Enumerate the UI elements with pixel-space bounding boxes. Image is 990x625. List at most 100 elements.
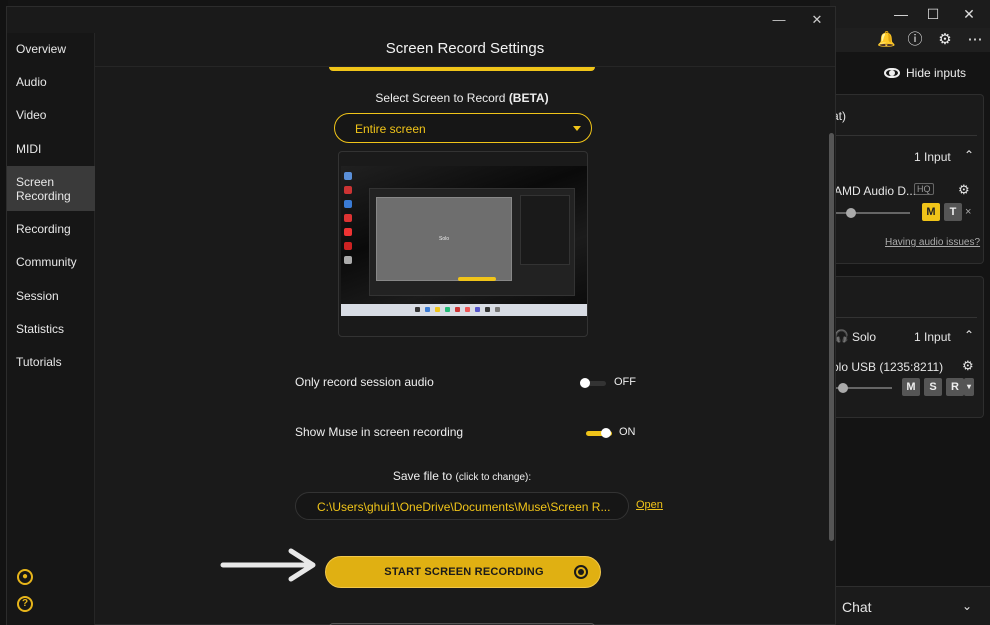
desktop-icon — [344, 228, 352, 236]
taskbar-icon — [435, 307, 440, 312]
start-screen-recording-button[interactable]: START SCREEN RECORDING — [325, 556, 601, 588]
chevron-up-icon[interactable]: ⌃ — [964, 328, 974, 342]
toggle-knob — [580, 378, 590, 388]
bell-icon[interactable]: 🔔 — [877, 31, 896, 49]
sidebar-item-video[interactable]: Video — [7, 108, 95, 122]
sidebar-item-community[interactable]: Community — [7, 255, 95, 269]
sidebar-item-statistics[interactable]: Statistics — [7, 322, 95, 336]
preview-desktop: Solo — [341, 166, 587, 304]
taskbar-icon — [475, 307, 480, 312]
start-button-label: START SCREEN RECORDING — [384, 566, 544, 578]
taskbar-icon — [425, 307, 430, 312]
divider — [830, 317, 977, 318]
session-audio-label: Only record session audio — [295, 375, 434, 389]
toggle-knob — [601, 428, 611, 438]
volume-slider-knob[interactable] — [838, 383, 848, 393]
desktop-icon — [344, 200, 352, 208]
hide-inputs-button[interactable]: Hide inputs — [884, 66, 966, 80]
sidebar-item-audio[interactable]: Audio — [7, 75, 95, 89]
sidebar-item-midi[interactable]: MIDI — [7, 142, 95, 156]
info-icon[interactable]: ⓘ — [906, 31, 924, 49]
screen-preview: Solo — [341, 166, 587, 316]
chat-bar[interactable]: Chat ⌄ — [830, 586, 990, 625]
select-screen-label: Select Screen to Record (BETA) — [375, 91, 549, 105]
input-count: 1 Input — [914, 150, 951, 164]
taskbar-icon — [415, 307, 420, 312]
show-muse-state: ON — [619, 426, 636, 438]
eye-icon — [884, 68, 900, 78]
sidebar-item-overview[interactable]: Overview — [7, 42, 95, 56]
gear-icon[interactable]: ⚙ — [958, 182, 970, 198]
solo-button[interactable]: S — [924, 378, 942, 396]
taskbar-icon — [485, 307, 490, 312]
bg-titlebar: — ☐ ✕ — [830, 0, 990, 28]
show-muse-toggle[interactable] — [586, 428, 612, 438]
session-audio-toggle[interactable] — [580, 378, 606, 388]
desktop-icon — [344, 256, 352, 264]
save-file-label: Save file to (click to change): — [392, 469, 532, 483]
chevron-down-icon[interactable]: ⌄ — [962, 599, 972, 613]
save-path-text: C:\Users\ghui1\OneDrive\Documents\Muse\S… — [317, 500, 611, 514]
desktop-icon — [344, 172, 352, 180]
mute-button[interactable]: M — [902, 378, 920, 396]
preview-app-window: Solo — [369, 188, 575, 296]
taskbar-icon — [495, 307, 500, 312]
sidebar-item-recording[interactable]: Recording — [7, 222, 95, 236]
screen-select-dropdown[interactable]: Entire screen — [334, 113, 592, 143]
record-button[interactable]: R — [946, 378, 964, 396]
chevron-down-icon — [573, 126, 581, 131]
help-icon[interactable]: ? — [17, 596, 33, 612]
preview-center-text: Solo — [439, 236, 450, 242]
device-name: AMD Audio D... — [834, 184, 917, 198]
input-panel-1: at) 1 Input ⌃ AMD Audio D... HQ ⚙ M T × … — [830, 94, 984, 264]
accent-bar — [329, 67, 595, 71]
save-path-field[interactable]: C:\Users\ghui1\OneDrive\Documents\Muse\S… — [295, 492, 629, 520]
close-icon[interactable]: ✕ — [954, 4, 984, 24]
taskbar-icon — [465, 307, 470, 312]
settings-content: Select Screen to Record (BETA) Entire sc… — [95, 67, 835, 625]
dropdown-value: Entire screen — [355, 122, 426, 136]
modal-header: — ✕ Screen Record Settings — [95, 7, 835, 67]
audio-issues-link[interactable]: Having audio issues? — [885, 237, 980, 248]
input-panel-2: 🎧 Solo 1 Input ⌃ olo USB (1235:8211) ⚙ M… — [830, 276, 984, 418]
account-icon[interactable]: ● — [17, 569, 33, 585]
modal-title: Screen Record Settings — [385, 40, 545, 57]
scrollbar-thumb[interactable] — [829, 133, 834, 541]
volume-slider-knob[interactable] — [846, 208, 856, 218]
sidebar-item-screen-recording[interactable]: Screen Recording — [7, 166, 95, 211]
chevron-down-icon[interactable]: ▾ — [964, 378, 974, 396]
preview-modal: Solo — [376, 197, 512, 281]
close-icon[interactable]: ✕ — [806, 12, 828, 28]
settings-sidebar: Overview Audio Video MIDI Screen Recordi… — [7, 33, 95, 625]
more-icon[interactable]: ⋯ — [966, 31, 984, 49]
mute-button[interactable]: M — [922, 203, 940, 221]
sidebar-item-session[interactable]: Session — [7, 289, 95, 303]
talk-button[interactable]: T — [944, 203, 962, 221]
input-count: 1 Input — [914, 330, 951, 344]
gear-icon[interactable]: ⚙ — [936, 31, 954, 49]
preview-taskbar — [341, 304, 587, 316]
record-icon — [574, 565, 588, 579]
chat-label: Chat — [842, 599, 872, 615]
close-input-icon[interactable]: × — [965, 206, 971, 218]
maximize-icon[interactable]: ☐ — [918, 4, 948, 24]
settings-modal: — ✕ Screen Record Settings Overview Audi… — [6, 6, 836, 625]
arrow-right-icon — [220, 548, 316, 582]
preview-sidepanel — [520, 195, 570, 265]
desktop-icon — [344, 242, 352, 250]
chevron-up-icon[interactable]: ⌃ — [964, 148, 974, 162]
screen-preview-frame: Solo — [338, 151, 588, 337]
bg-toolbar: 🔔 ⓘ ⚙ ⋯ — [830, 28, 990, 52]
desktop-icon — [344, 214, 352, 222]
sidebar-item-tutorials[interactable]: Tutorials — [7, 355, 95, 369]
taskbar-icon — [455, 307, 460, 312]
input-name: Solo — [852, 330, 877, 344]
minimize-icon[interactable]: — — [768, 12, 790, 28]
session-audio-state: OFF — [614, 376, 636, 388]
hq-badge[interactable]: HQ — [914, 183, 934, 195]
desktop-icon — [344, 186, 352, 194]
open-folder-link[interactable]: Open — [636, 499, 663, 511]
gear-icon[interactable]: ⚙ — [962, 358, 974, 374]
headphones-icon: 🎧 — [834, 329, 849, 343]
minimize-icon[interactable]: — — [886, 4, 916, 24]
